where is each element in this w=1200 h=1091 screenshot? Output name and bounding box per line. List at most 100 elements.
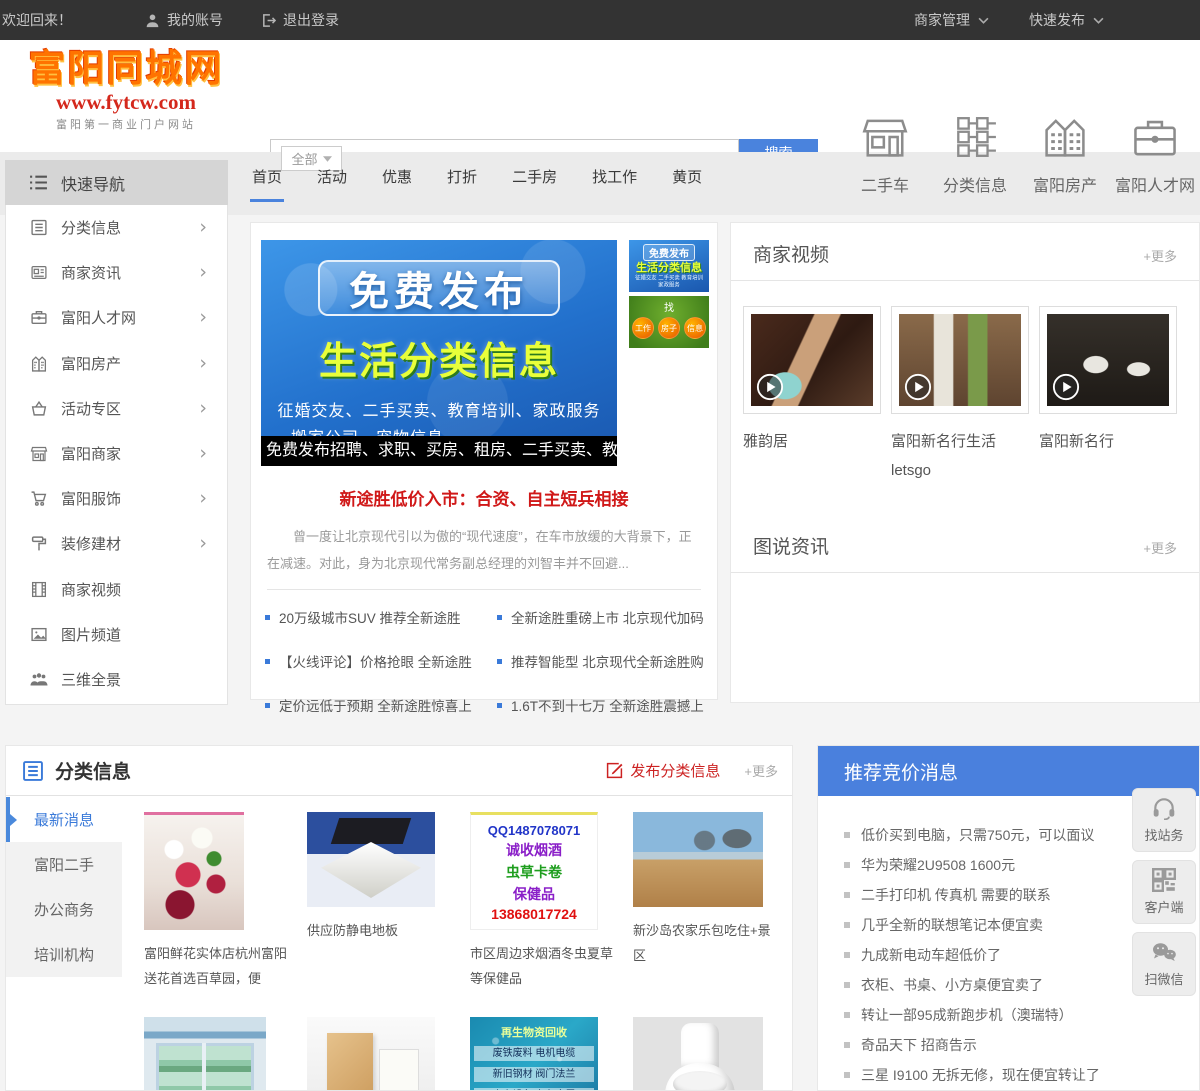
quick-link-real-estate[interactable]: 富阳房产: [1020, 115, 1110, 196]
site-logo[interactable]: 富阳同城网 www.fytcw.com 富阳第一商业门户网站: [8, 48, 244, 132]
product-grid: 富阳鲜花实体店杭州富阳送花首选百草园，便 供应防静电地板 QQ148707807…: [122, 797, 792, 1090]
basket-icon: [31, 400, 47, 416]
bid-link[interactable]: 转让一部95成新跑步机（澳瑞特）: [844, 1000, 1181, 1030]
chevron-down-icon: [322, 155, 332, 162]
product-card-giftbox[interactable]: [307, 1017, 465, 1090]
news-link[interactable]: 【火线评论】价格抢眼 全新途胜: [265, 651, 497, 671]
sidebar-item-merchant-news[interactable]: 商家资讯 ›: [6, 250, 227, 295]
hero-banner[interactable]: 免费发布 生活分类信息 征婚交友、二手买卖、教育培训、家政服务 搬家公司、宠物信…: [261, 240, 617, 466]
pics-panel-header: 图说资讯 +更多: [731, 515, 1199, 573]
tab-secondhand-house[interactable]: 二手房: [510, 164, 559, 202]
bullet-icon: [265, 702, 270, 708]
quick-post-menu[interactable]: 快速发布: [1029, 10, 1104, 30]
building-icon: [31, 355, 47, 372]
logout-icon: [263, 13, 276, 27]
classified-tab-secondhand[interactable]: 富阳二手: [6, 842, 122, 887]
bid-link[interactable]: 华为荣耀2U9508 1600元: [844, 850, 1181, 880]
sidebar-item-activities[interactable]: 活动专区 ›: [6, 386, 227, 431]
banner-title: 生活分类信息: [318, 341, 559, 383]
cart-icon: [31, 491, 47, 506]
news-link[interactable]: 推荐智能型 北京现代全新途胜购: [497, 651, 719, 671]
bullet-icon: [497, 702, 502, 708]
video-card[interactable]: 富阳新名行: [1039, 306, 1177, 485]
banner-thumb-classifieds[interactable]: 免费发布 生活分类信息 征婚交友 二手买卖 教育培训 家政服务: [629, 240, 709, 292]
merchant-management-menu[interactable]: 商家管理: [914, 10, 989, 30]
tab-jobs[interactable]: 找工作: [590, 164, 639, 202]
tab-discount[interactable]: 打折: [445, 164, 479, 202]
classified-tab-latest[interactable]: 最新消息: [6, 797, 122, 842]
post-classified-link[interactable]: 发布分类信息: [606, 760, 720, 781]
contact-webmaster-button[interactable]: 找站务: [1132, 788, 1196, 852]
logo-title: 富阳同城网: [28, 48, 224, 89]
quick-link-jobs-site[interactable]: 富阳人才网: [1110, 115, 1200, 196]
video-row: 雅韵居 富阳新名行生活letsgo 富阳新名行: [731, 281, 1199, 485]
tab-yellow-pages[interactable]: 黄页: [670, 164, 704, 202]
sidebar-header: 快速导航: [5, 160, 228, 205]
play-icon: [756, 373, 784, 401]
bid-link[interactable]: 九成新电动车超低价了: [844, 940, 1181, 970]
video-panel: 商家视频 +更多 雅韵居 富阳新名行生活letsgo 富阳新名行 图说资讯 +更…: [730, 222, 1200, 703]
product-image: [144, 812, 244, 930]
tab-activity[interactable]: 活动: [315, 164, 349, 202]
classified-tab-office[interactable]: 办公商务: [6, 887, 122, 932]
chevron-down-icon: [978, 17, 989, 24]
product-card-tobacco[interactable]: QQ1487078071 诚收烟酒 虫草卡卷 保健品 13868017724 市…: [470, 812, 628, 991]
sidebar-item-real-estate[interactable]: 富阳房产 ›: [6, 341, 227, 386]
news-link[interactable]: 20万级城市SUV 推荐全新途胜: [265, 607, 497, 627]
sidebar-item-videos[interactable]: 商家视频: [6, 567, 227, 612]
bid-link[interactable]: 二手打印机 传真机 需要的联系: [844, 880, 1181, 910]
product-image: [633, 812, 763, 907]
bid-link[interactable]: 三星 I9100 无拆无修，现在便宜转让了: [844, 1060, 1181, 1090]
classified-header: 分类信息 发布分类信息 +更多: [6, 746, 792, 796]
product-card-fridge[interactable]: [144, 1017, 302, 1090]
quick-nav-sidebar: 分类信息 › 商家资讯 › 富阳人才网 › 富阳房产 › 活动专区 › 富阳商家 › 富阳服…: [5, 205, 228, 705]
bid-link[interactable]: 几乎全新的联想笔记本便宜卖: [844, 910, 1181, 940]
pics-panel-title: 图说资讯: [753, 537, 830, 558]
my-account-link[interactable]: 我的账号: [145, 10, 223, 30]
product-image: [144, 1017, 266, 1090]
product-card-toilet[interactable]: [633, 1017, 791, 1090]
classified-tab-training[interactable]: 培训机构: [6, 932, 122, 977]
sidebar-item-renovation[interactable]: 装修建材 ›: [6, 521, 227, 566]
video-more-link[interactable]: +更多: [1143, 246, 1177, 265]
tab-deals[interactable]: 优惠: [380, 164, 414, 202]
logout-link[interactable]: 退出登录: [261, 10, 339, 30]
pics-more-link[interactable]: +更多: [1143, 538, 1177, 557]
tab-home[interactable]: 首页: [250, 164, 285, 202]
bid-link[interactable]: 奇品天下 招商告示: [844, 1030, 1181, 1060]
classified-title: 分类信息: [22, 757, 131, 784]
quick-link-used-cars[interactable]: 二手车: [840, 115, 930, 196]
sidebar-item-panorama[interactable]: 三维全景: [6, 657, 227, 702]
floating-toolbar: 找站务 客户端 扫微信: [1132, 788, 1196, 1004]
bullet-icon: [844, 952, 850, 958]
app-client-button[interactable]: 客户端: [1132, 860, 1196, 924]
banner-thumb-find[interactable]: 找 工作 房子 信息: [629, 296, 709, 348]
news-link[interactable]: 全新途胜重磅上市 北京现代加码: [497, 607, 719, 627]
wechat-scan-button[interactable]: 扫微信: [1132, 932, 1196, 996]
topbar-right: 商家管理 快速发布: [914, 10, 1104, 30]
sidebar-item-merchants[interactable]: 富阳商家 ›: [6, 431, 227, 476]
sidebar-item-fashion[interactable]: 富阳服饰 ›: [6, 476, 227, 521]
bid-link[interactable]: 低价买到电脑，只需750元，可以面议: [844, 820, 1181, 850]
news-link[interactable]: 1.6T不到十七万 全新途胜震撼上: [497, 695, 719, 715]
product-card-floor[interactable]: 供应防静电地板: [307, 812, 465, 991]
bullet-icon: [265, 658, 270, 664]
storefront-icon: [30, 446, 48, 462]
bid-link[interactable]: 衣柜、书桌、小方桌便宜卖了: [844, 970, 1181, 1000]
play-icon: [1052, 373, 1080, 401]
product-card-flowers[interactable]: 富阳鲜花实体店杭州富阳送花首选百草园，便: [144, 812, 302, 991]
news-headline[interactable]: 新途胜低价入市：合资、自主短兵相接: [251, 485, 717, 510]
product-image: [307, 812, 435, 907]
video-card[interactable]: 富阳新名行生活letsgo: [891, 306, 1029, 485]
sidebar-item-classifieds[interactable]: 分类信息 ›: [6, 205, 227, 250]
product-card-recycling[interactable]: 再生物资回收 废铁废料 电机电缆 新旧钢材 阀门法兰 电力设备 有色金属: [470, 1017, 628, 1090]
sidebar-item-jobs-site[interactable]: 富阳人才网 ›: [6, 295, 227, 340]
sidebar-item-photos[interactable]: 图片频道: [6, 612, 227, 657]
news-link[interactable]: 定价远低于预期 全新途胜惊喜上: [265, 695, 497, 715]
video-card[interactable]: 雅韵居: [743, 306, 881, 485]
classified-more-link[interactable]: +更多: [744, 761, 778, 780]
quick-link-classifieds[interactable]: 分类信息: [930, 115, 1020, 196]
menu-list-icon: [30, 175, 47, 190]
product-card-farmstay[interactable]: 新沙岛农家乐包吃住+景区: [633, 812, 791, 991]
bullet-icon: [497, 658, 502, 664]
